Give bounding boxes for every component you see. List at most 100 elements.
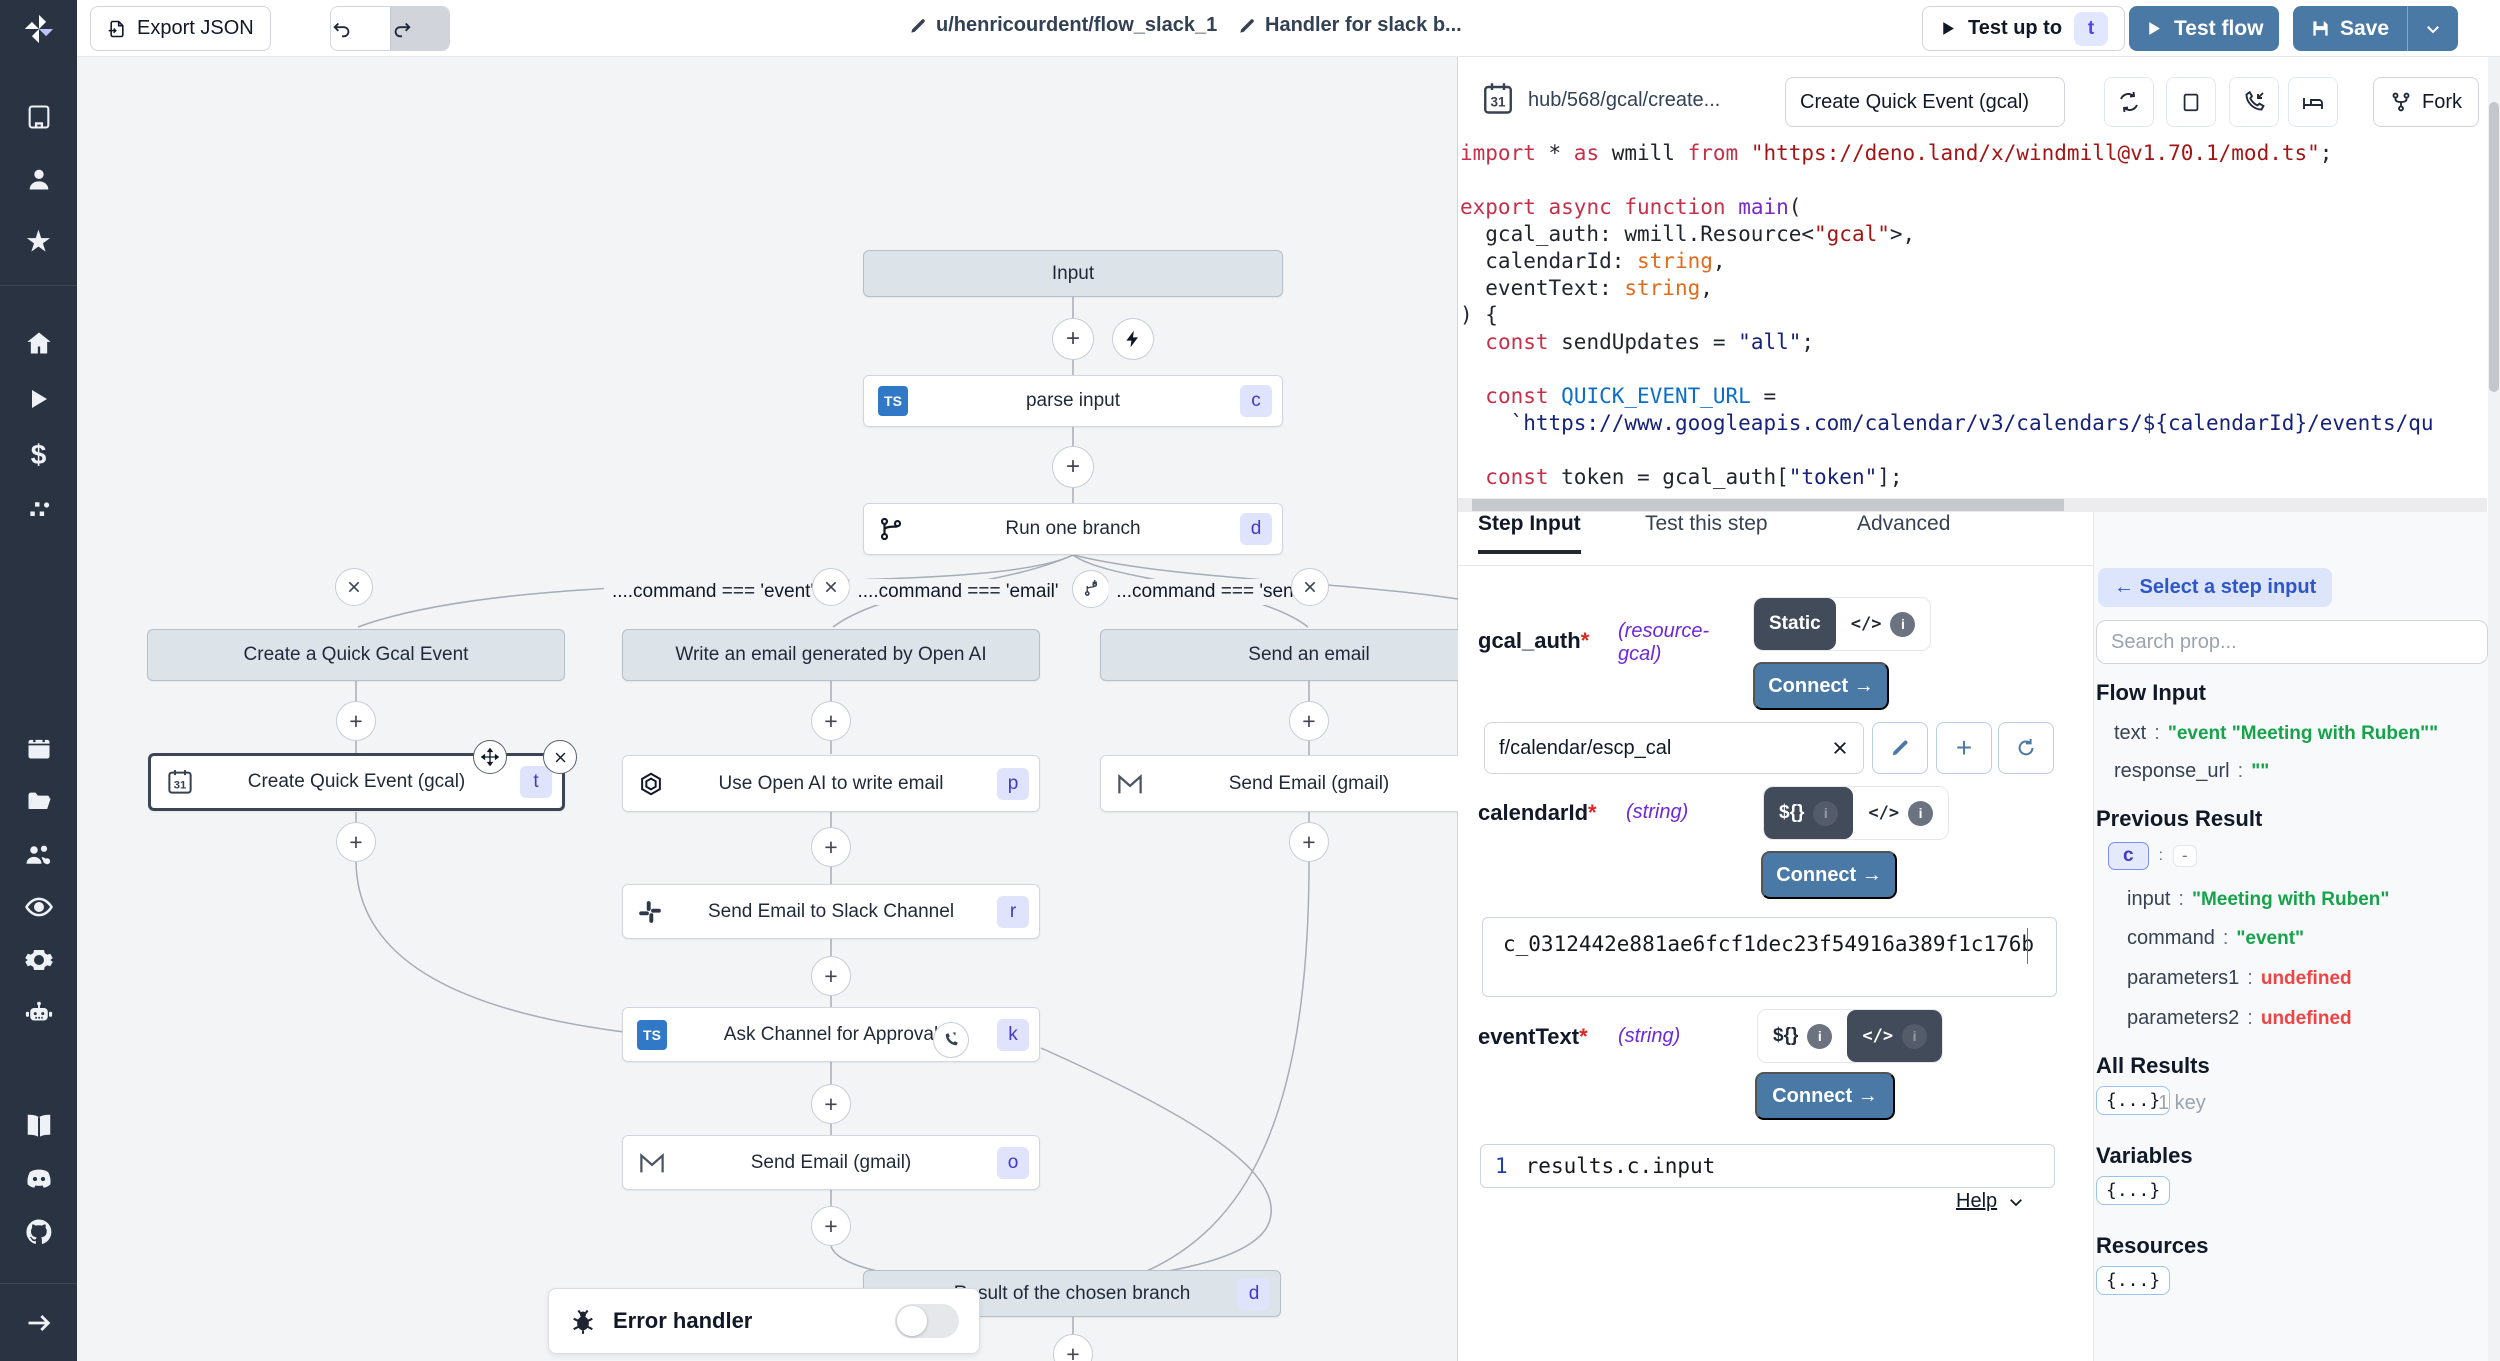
branch-condition[interactable]: ...command === 'send'	[1108, 579, 1316, 605]
insert-step-button[interactable]: +	[811, 701, 851, 741]
insert-step-button[interactable]: +	[1052, 446, 1094, 488]
previous-result-row[interactable]: parameters1:undefined	[2127, 967, 2352, 990]
slack-step-node[interactable]: Send Email to Slack Channel r	[622, 884, 1040, 939]
resources-cubes-icon[interactable]	[25, 498, 53, 526]
previous-result-row[interactable]: input:"Meeting with Ruben"	[2127, 888, 2389, 911]
gcal-auth-connect-button[interactable]: Connect →	[1753, 662, 1889, 710]
insert-step-button[interactable]: +	[1052, 318, 1094, 360]
window-scrollbar[interactable]	[2488, 57, 2500, 1361]
gcal-auth-resource-input[interactable]: f/calendar/escp_cal	[1484, 722, 1864, 774]
remove-branch-button[interactable]	[335, 568, 373, 606]
windmill-logo[interactable]	[0, 0, 77, 57]
gcal-auth-mode-toggle[interactable]: Static </>i	[1753, 597, 1931, 651]
flow-path-breadcrumb[interactable]: u/henricourdent/flow_slack_1	[908, 14, 1217, 37]
variables-dollar-icon[interactable]: $	[31, 439, 47, 471]
branch-condition[interactable]: ....command === 'event'	[604, 579, 822, 605]
workspace-icon[interactable]	[25, 103, 53, 131]
event-text-editor[interactable]: 1 results.c.input	[1480, 1144, 2055, 1188]
export-json-button[interactable]: Export JSON	[90, 6, 271, 51]
test-up-to-button[interactable]: Test up to t	[1922, 6, 2125, 51]
branch-header[interactable]: Create a Quick Gcal Event	[147, 629, 565, 681]
save-dropdown-button[interactable]	[2408, 6, 2458, 51]
add-resource-button[interactable]: +	[1936, 722, 1992, 774]
branch-condition[interactable]: ....command === 'email'	[849, 579, 1066, 605]
runs-play-icon[interactable]	[27, 387, 51, 411]
previous-result-row[interactable]: command:"event"	[2127, 927, 2304, 950]
workers-robot-icon[interactable]	[24, 998, 54, 1028]
gmail-right-step-node[interactable]: Send Email (gmail)	[1100, 755, 1518, 812]
folders-icon[interactable]	[25, 788, 53, 816]
box-icon-button[interactable]	[2166, 77, 2216, 127]
code-editor[interactable]: import * as wmill from "https://deno.lan…	[1460, 140, 2486, 498]
trigger-lightning-button[interactable]	[1112, 318, 1154, 360]
select-step-input-pill[interactable]: ← Select a step input	[2098, 568, 2332, 607]
calendar-id-connect-button[interactable]: Connect →	[1761, 851, 1897, 899]
flow-input-row[interactable]: response_url:""	[2114, 760, 2269, 783]
collapse-arrow-icon[interactable]	[25, 1309, 53, 1337]
groups-icon[interactable]	[24, 840, 54, 870]
tab-test-this-step[interactable]: Test this step	[1645, 512, 1768, 550]
collapse-button[interactable]: -	[2173, 845, 2197, 867]
redo-button[interactable]	[390, 7, 449, 50]
schedules-calendar-icon[interactable]	[25, 734, 53, 762]
flow-input-row[interactable]: text:"event "Meeting with Ruben""	[2114, 722, 2438, 745]
phone-incoming-button[interactable]	[2229, 77, 2279, 127]
layout-icon-button[interactable]	[2288, 77, 2338, 127]
error-handler-card[interactable]: Error handler	[548, 1288, 980, 1354]
event-text-connect-button[interactable]: Connect →	[1755, 1072, 1895, 1120]
resources-expand[interactable]: {...}	[2096, 1266, 2170, 1295]
fork-button[interactable]: Fork	[2373, 77, 2479, 127]
favorites-star-icon[interactable]: ★	[25, 225, 52, 260]
branch-header[interactable]: Write an email generated by Open AI	[622, 629, 1040, 681]
remove-branch-button[interactable]	[812, 568, 850, 606]
search-prop-input[interactable]: Search prop...	[2096, 620, 2488, 664]
undo-button[interactable]	[331, 7, 390, 50]
insert-step-button[interactable]: +	[1289, 822, 1329, 862]
previous-result-row[interactable]: parameters2:undefined	[2127, 1007, 2352, 1030]
openai-step-node[interactable]: Use Open AI to write email p	[622, 755, 1040, 812]
insert-step-button[interactable]: +	[811, 827, 851, 867]
help-link[interactable]: Help	[1956, 1190, 2025, 1213]
script-path[interactable]: hub/568/gcal/create...	[1528, 89, 1720, 112]
variables-expand[interactable]: {...}	[2096, 1176, 2170, 1205]
gmail-step-node[interactable]: Send Email (gmail) o	[622, 1135, 1040, 1190]
calendar-id-mode-toggle[interactable]: ${}i </>i	[1763, 786, 1949, 840]
insert-step-button[interactable]: +	[811, 956, 851, 996]
calendar-id-editor[interactable]: c_0312442e881ae6fcf1dec23f54916a389f1c17…	[1482, 917, 2057, 997]
approval-step-node[interactable]: TS Ask Channel for Approval k	[622, 1007, 1040, 1062]
branch-header[interactable]: Send an email	[1100, 629, 1518, 681]
step-summary-input[interactable]: Create Quick Event (gcal)	[1785, 77, 2065, 127]
insert-step-button[interactable]: +	[336, 701, 376, 741]
remove-branch-button[interactable]	[1291, 568, 1329, 606]
insert-step-button[interactable]: +	[336, 822, 376, 862]
run-one-branch-node[interactable]: Run one branch d	[863, 503, 1283, 555]
code-horizontal-scrollbar[interactable]	[1458, 498, 2487, 512]
input-node[interactable]: Input	[863, 250, 1283, 297]
reload-resource-button[interactable]	[1998, 722, 2054, 774]
delete-step-button[interactable]	[543, 740, 577, 774]
step-id-pill[interactable]: c	[2108, 842, 2149, 870]
audit-eye-icon[interactable]	[24, 892, 54, 922]
insert-step-button[interactable]: +	[1289, 701, 1329, 741]
github-icon[interactable]	[24, 1217, 54, 1247]
docs-book-icon[interactable]	[24, 1111, 54, 1141]
save-button[interactable]: Save	[2293, 6, 2407, 51]
tab-advanced[interactable]: Advanced	[1857, 512, 1950, 550]
move-step-handle[interactable]	[473, 740, 507, 774]
user-icon[interactable]	[25, 165, 53, 193]
edit-resource-button[interactable]	[1872, 722, 1928, 774]
parse-input-node[interactable]: TS parse input c	[863, 375, 1283, 427]
discord-icon[interactable]	[23, 1163, 55, 1195]
insert-step-button[interactable]: +	[811, 1206, 851, 1246]
refresh-script-button[interactable]	[2104, 77, 2154, 127]
event-text-mode-toggle[interactable]: ${}i </>i	[1757, 1009, 1943, 1063]
tab-step-input[interactable]: Step Input	[1478, 512, 1581, 554]
settings-gear-icon[interactable]	[24, 945, 54, 975]
home-icon[interactable]	[25, 329, 53, 357]
add-branch-button[interactable]	[1072, 570, 1110, 608]
error-handler-toggle[interactable]	[895, 1304, 959, 1338]
clear-icon[interactable]	[1831, 739, 1849, 757]
test-flow-button[interactable]: Test flow	[2129, 6, 2279, 51]
flow-summary-breadcrumb[interactable]: Handler for slack b...	[1237, 14, 1462, 37]
insert-step-button[interactable]: +	[811, 1084, 851, 1124]
